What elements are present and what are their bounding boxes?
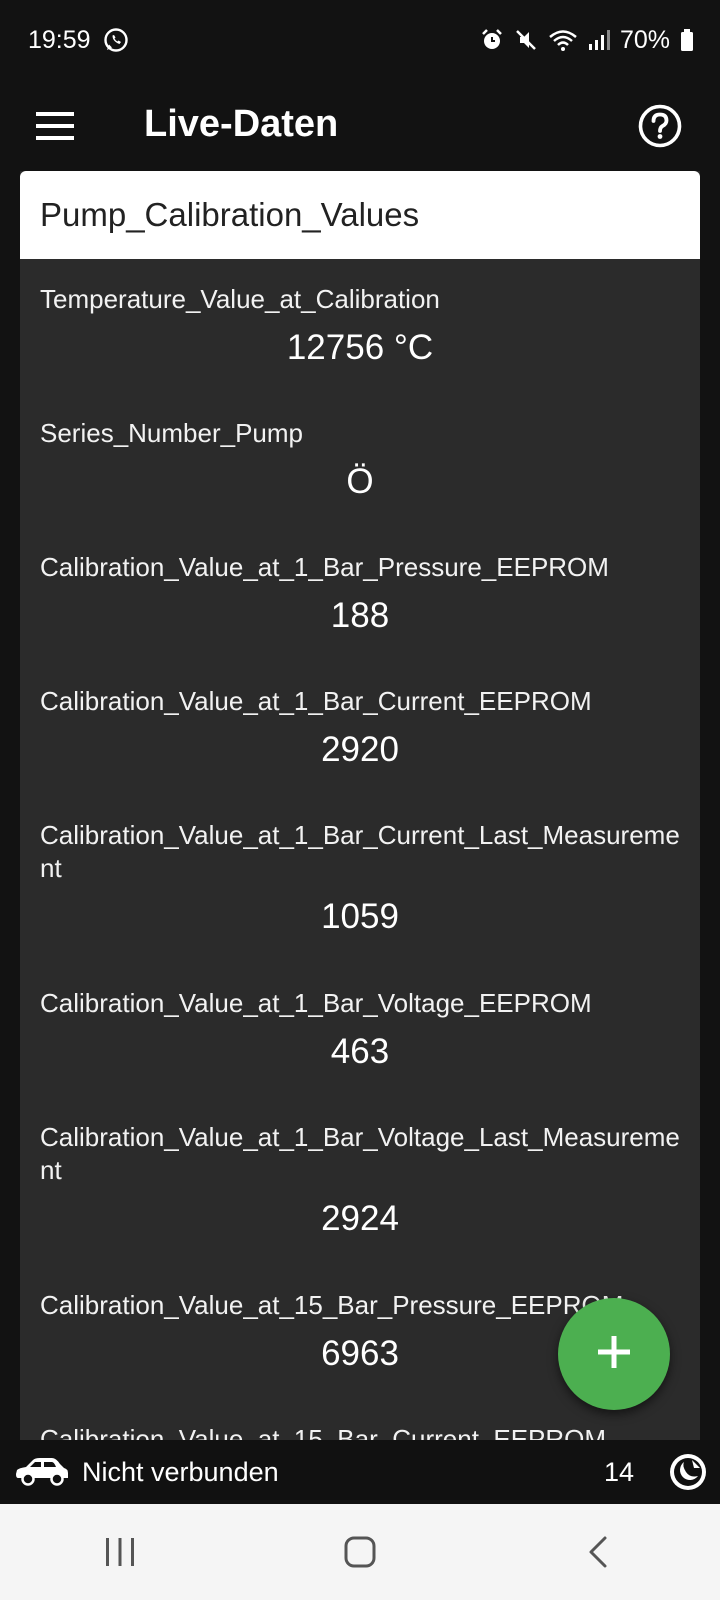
- item-label: Calibration_Value_at_1_Bar_Pressure_EEPR…: [40, 552, 609, 582]
- car-icon[interactable]: [14, 1454, 70, 1493]
- item-label: Calibration_Value_at_1_Bar_Current_Last_…: [40, 820, 680, 883]
- list-item[interactable]: Series_Number_Pump Ö: [40, 393, 680, 527]
- add-button[interactable]: [558, 1298, 670, 1410]
- item-value: 1059: [321, 897, 399, 936]
- status-right: 70%: [480, 26, 694, 55]
- home-icon[interactable]: [300, 1504, 420, 1600]
- connection-status: Nicht verbunden: [82, 1457, 279, 1487]
- item-value: 2924: [321, 1199, 399, 1238]
- mute-icon: [514, 28, 538, 52]
- battery-icon: [680, 28, 694, 52]
- item-value: 188: [330, 596, 390, 635]
- list-item[interactable]: Calibration_Value_at_1_Bar_Current_Last_…: [40, 795, 680, 963]
- item-value: 12756 °C: [286, 328, 434, 367]
- plus-icon: [596, 1334, 632, 1375]
- list-item[interactable]: Calibration_Value_at_1_Bar_Current_EEPRO…: [40, 661, 680, 795]
- help-circle-icon[interactable]: [626, 92, 694, 160]
- calibration-card: Pump_Calibration_Values Temperature_Valu…: [20, 171, 700, 1440]
- wifi-icon: [548, 28, 578, 52]
- status-bar: 19:59 70%: [0, 0, 720, 80]
- battery-level: 70%: [619, 25, 670, 54]
- item-label: Calibration_Value_at_1_Bar_Current_EEPRO…: [40, 686, 592, 716]
- connection-bar: Nicht verbunden 14: [0, 1440, 720, 1504]
- connection-count: 14: [603, 1457, 634, 1487]
- back-icon[interactable]: [540, 1504, 660, 1600]
- item-label: Calibration_Value_at_15_Bar_Current_EEPR…: [40, 1424, 607, 1440]
- app-logo-icon[interactable]: [668, 1452, 708, 1497]
- item-label: Calibration_Value_at_1_Bar_Voltage_Last_…: [40, 1122, 680, 1185]
- screen: 19:59 70% Live-Daten Pump_Calibration_Va…: [0, 0, 720, 1600]
- page-title: Live-Daten: [144, 103, 339, 145]
- value-list: Temperature_Value_at_Calibration 12756 °…: [20, 259, 700, 1440]
- item-label: Series_Number_Pump: [40, 418, 304, 448]
- list-item[interactable]: Calibration_Value_at_1_Bar_Voltage_EEPRO…: [40, 963, 680, 1097]
- status-time: 19:59: [28, 25, 91, 54]
- system-nav-bar: [0, 1504, 720, 1600]
- item-value: 2920: [321, 730, 399, 769]
- list-item[interactable]: Calibration_Value_at_15_Bar_Current_EEPR…: [40, 1399, 680, 1440]
- list-item[interactable]: Calibration_Value_at_1_Bar_Pressure_EEPR…: [40, 527, 680, 661]
- whatsapp-icon: [103, 27, 129, 53]
- alarm-icon: [480, 28, 504, 52]
- hamburger-menu-icon[interactable]: [30, 100, 82, 152]
- item-value: Ö: [346, 462, 374, 501]
- card-title: Pump_Calibration_Values: [20, 171, 700, 259]
- status-left: 19:59: [28, 26, 129, 55]
- app-bar: Live-Daten: [0, 80, 720, 170]
- item-value: 463: [330, 1032, 390, 1071]
- item-label: Calibration_Value_at_1_Bar_Voltage_EEPRO…: [40, 988, 592, 1018]
- list-item[interactable]: Temperature_Value_at_Calibration 12756 °…: [40, 259, 680, 393]
- recent-apps-icon[interactable]: [60, 1504, 180, 1600]
- list-item[interactable]: Calibration_Value_at_1_Bar_Voltage_Last_…: [40, 1097, 680, 1265]
- item-label: Temperature_Value_at_Calibration: [40, 284, 440, 314]
- signal-icon: [588, 28, 610, 52]
